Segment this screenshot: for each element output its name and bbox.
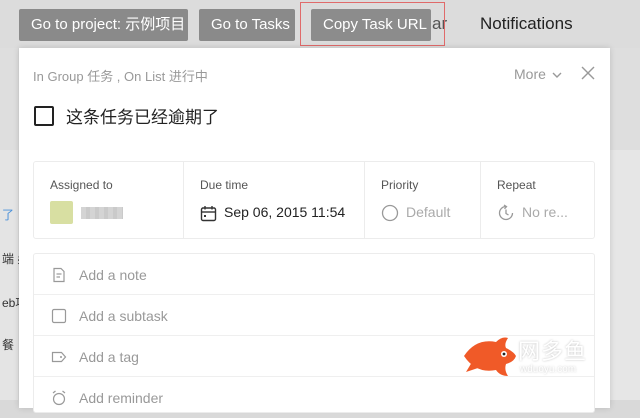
- avatar: [50, 201, 73, 224]
- task-title[interactable]: 这条任务已经逾期了: [66, 103, 219, 128]
- background-text-fragment: 餐: [2, 338, 15, 352]
- repeat-value-wrap: No re...: [497, 204, 568, 222]
- breadcrumb[interactable]: In Group 任务 , On List 进行中: [33, 66, 208, 85]
- background-text-fragment: 了: [2, 208, 15, 222]
- watermark-logo: 网多鱼 wduoyu.com: [462, 330, 602, 386]
- due-time-value-wrap: Sep 06, 2015 11:54: [200, 204, 345, 222]
- due-time-value: Sep 06, 2015 11:54: [224, 204, 346, 220]
- due-time-label: Due time: [200, 178, 249, 192]
- add-note-row[interactable]: Add a note: [34, 254, 594, 295]
- go-to-project-button[interactable]: Go to project: 示例项目: [19, 9, 188, 41]
- assignee-name-blurred: [81, 207, 123, 219]
- more-label: More: [514, 66, 546, 82]
- repeat-label: Repeat: [497, 178, 536, 192]
- calendar-icon: [200, 205, 217, 221]
- add-reminder-label: Add reminder: [79, 390, 164, 406]
- due-time-field[interactable]: Due time Sep 06, 2015 11:54: [184, 162, 365, 238]
- chevron-down-icon: [552, 72, 562, 79]
- priority-field[interactable]: Priority Default: [365, 162, 481, 238]
- go-to-tasks-button[interactable]: Go to Tasks: [199, 9, 295, 41]
- priority-circle-icon: [381, 205, 399, 222]
- watermark-text: 网多鱼: [518, 339, 588, 364]
- alarm-clock-icon: [52, 390, 66, 406]
- modal-header: [19, 48, 610, 148]
- fish-logo-icon: [464, 337, 516, 376]
- close-icon[interactable]: [581, 66, 595, 80]
- priority-value-wrap: Default: [381, 204, 450, 222]
- checkbox-icon: [51, 308, 67, 324]
- watermark-subtext: wduoyu.com: [520, 364, 577, 375]
- repeat-value: No re...: [522, 204, 568, 220]
- note-icon: [53, 267, 65, 283]
- priority-label: Priority: [381, 178, 419, 192]
- more-menu-button[interactable]: More: [514, 66, 562, 82]
- add-subtask-label: Add a subtask: [79, 308, 168, 324]
- priority-value: Default: [406, 204, 451, 220]
- background-left-content: [0, 150, 18, 400]
- assigned-to-label: Assigned to: [50, 178, 113, 192]
- task-meta-row: Assigned to Due time Sep 06, 2015 11:54 …: [33, 161, 595, 239]
- add-tag-label: Add a tag: [79, 349, 139, 365]
- background-right-content: [610, 150, 640, 400]
- task-complete-checkbox[interactable]: [34, 106, 54, 126]
- tag-icon: [51, 351, 67, 363]
- highlight-outline: [300, 2, 445, 46]
- add-note-label: Add a note: [79, 267, 147, 283]
- repeat-field[interactable]: Repeat No re...: [481, 162, 595, 238]
- notifications-tab[interactable]: Notifications: [480, 14, 573, 34]
- assigned-to-field[interactable]: Assigned to: [34, 162, 184, 238]
- repeat-icon: [498, 204, 514, 221]
